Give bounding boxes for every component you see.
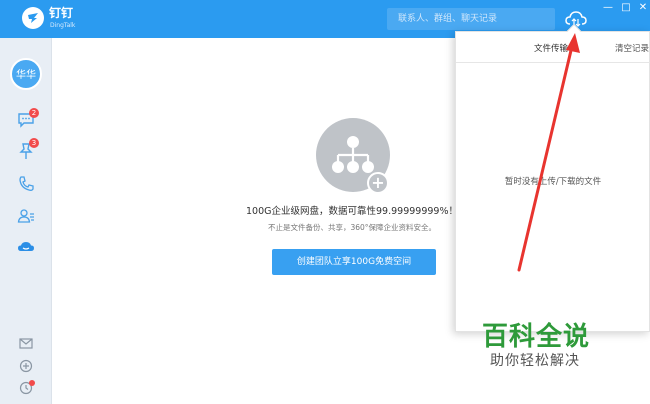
watermark-subtitle: 助你轻松解决 — [490, 353, 580, 369]
watermark-title: 百科全说 — [482, 322, 591, 352]
